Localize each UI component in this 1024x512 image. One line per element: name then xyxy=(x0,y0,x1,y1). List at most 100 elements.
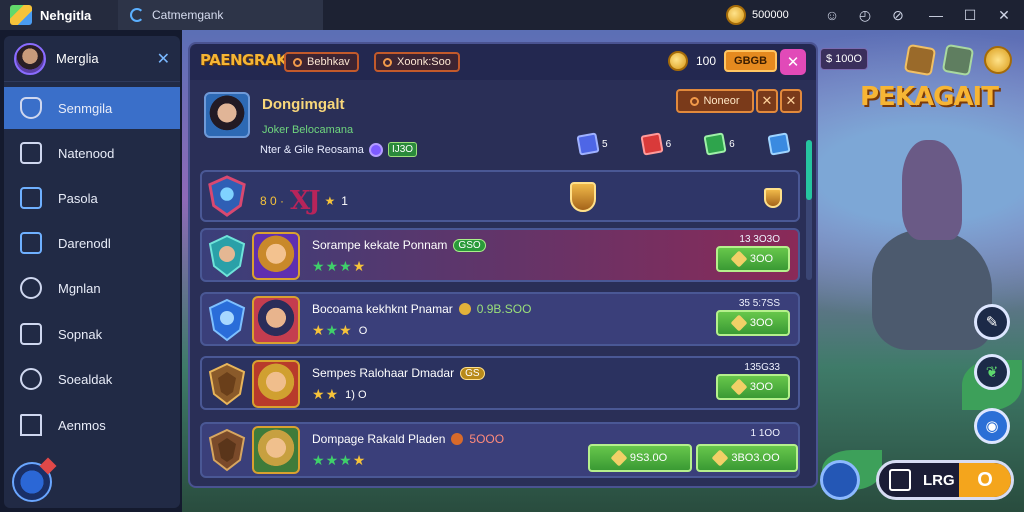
scrollbar[interactable] xyxy=(806,140,812,280)
star-icon: ★ xyxy=(325,452,339,468)
filter-pill-2[interactable]: Xoonk:Soo xyxy=(374,52,460,72)
avatar[interactable] xyxy=(14,42,46,75)
currency-chip[interactable]: GBGB xyxy=(724,50,778,72)
sidebar-item-label: Darenodl xyxy=(58,235,111,251)
support-button[interactable] xyxy=(12,457,57,502)
shield-icon[interactable] xyxy=(570,182,596,212)
panel-close-button[interactable]: ✕ xyxy=(780,49,806,75)
settings-icon[interactable]: ⊘ xyxy=(888,5,908,25)
sidebar-item-soealdak[interactable]: Soealdak xyxy=(4,358,180,400)
hero-portrait[interactable] xyxy=(252,360,300,408)
buy-label: 3OO xyxy=(749,253,774,265)
row-prefix: 8 0 · xyxy=(260,194,285,208)
sidebar-item-label: Soealdak xyxy=(58,371,113,387)
resource-red[interactable]: 6 xyxy=(639,132,672,156)
row-price: 13 3O3O xyxy=(739,234,780,245)
panel-currency: 100 GBGB xyxy=(668,50,778,72)
score-panel[interactable]: LRG O xyxy=(876,460,1014,500)
close-sidebar-icon[interactable]: ✕ xyxy=(157,49,170,69)
score-value: LRG xyxy=(923,471,955,489)
buy-button[interactable]: 3OO xyxy=(716,310,790,336)
buy-button[interactable]: 3OO xyxy=(716,374,790,400)
loading-icon xyxy=(130,8,144,22)
map-icon[interactable] xyxy=(941,43,975,77)
buy-button-a[interactable]: 9S3.0O xyxy=(588,444,692,472)
hero-portrait[interactable] xyxy=(252,426,300,474)
resource-count: 6 xyxy=(665,138,672,150)
hero-name: Sempes Ralohaar Dmadar xyxy=(312,366,455,380)
hero-portrait[interactable] xyxy=(252,232,300,280)
star-icon: ★ xyxy=(352,452,366,468)
close-icon[interactable]: ✕ xyxy=(780,89,802,113)
resource-blue[interactable]: 5 xyxy=(576,132,608,156)
clock-icon[interactable]: ◴ xyxy=(855,5,875,25)
star-icon: ★ xyxy=(324,194,336,208)
hero-portrait[interactable] xyxy=(252,296,300,344)
row-price: 1 1OO xyxy=(750,428,780,439)
chest-icon[interactable] xyxy=(903,43,937,77)
chat-button[interactable] xyxy=(820,460,860,500)
sidebar-item-natenood[interactable]: Natenood xyxy=(4,132,180,174)
card-icon xyxy=(889,469,911,491)
panel-logo: PAENGRAK xyxy=(200,51,288,69)
row-stats: 8 0 · XJ ★ 1 xyxy=(260,186,348,216)
sidebar-item-darenodl[interactable]: Darenodl xyxy=(4,222,180,264)
emblem-icon xyxy=(208,175,246,217)
sidebar-item-pasola[interactable]: Pasola xyxy=(4,177,180,219)
coin-icon xyxy=(668,51,688,71)
window-close-button[interactable]: ✕ xyxy=(994,5,1014,25)
sidebar-item-label: Pasola xyxy=(58,190,98,206)
noneor-button[interactable]: Noneor xyxy=(676,89,754,113)
leaf-button[interactable]: ❦ xyxy=(974,354,1010,390)
house-icon xyxy=(20,414,42,436)
hud-price[interactable]: $ 100O xyxy=(820,48,868,70)
hero-badge: GS xyxy=(460,366,485,380)
resource-green[interactable]: 6 xyxy=(703,132,735,156)
rock-formation xyxy=(872,230,992,350)
buy-label: 3OO xyxy=(749,381,774,393)
filter-pill-1[interactable]: Bebhkav xyxy=(284,52,359,72)
app-tab[interactable]: Nehgitla xyxy=(0,0,118,30)
sidebar-item-senmgila[interactable]: Senmgila xyxy=(4,87,180,129)
sidebar-item-sopnak[interactable]: Sopnak xyxy=(4,313,180,355)
notification-badge xyxy=(39,457,57,475)
sidebar-user-name: Merglia xyxy=(56,51,99,66)
maximize-button[interactable]: ☐ xyxy=(960,5,980,25)
star-rating: ★ ★ ★ ★ xyxy=(312,258,365,275)
noneor-label: Noneor xyxy=(703,95,740,107)
window-title-bar: Nehgitla Catmemgank 500000 ☺ ◴ ⊘ — ☐ ✕ xyxy=(0,0,1024,30)
scrollbar-thumb[interactable] xyxy=(806,140,812,200)
sidebar-item-mgnlan[interactable]: Mgnlan xyxy=(4,267,180,309)
score-o-button[interactable]: O xyxy=(959,463,1011,497)
lock-button[interactable]: ◉ xyxy=(974,408,1010,444)
tag-icon[interactable] xyxy=(764,188,782,208)
star-icon: ★ xyxy=(325,386,339,402)
star-icon: ★ xyxy=(312,322,325,338)
coin-value: 100 xyxy=(696,54,717,68)
list-item[interactable]: Sempes Ralohaar Dmadar GS ★ ★ 1) O 135G3… xyxy=(200,356,800,410)
app-name: Nehgitla xyxy=(40,7,92,23)
star-icon: ★ xyxy=(339,322,352,338)
row-count: 1) O xyxy=(345,388,367,401)
buy-button-b[interactable]: 3BO3.OO xyxy=(696,444,798,472)
list-item[interactable]: 8 0 · XJ ★ 1 xyxy=(200,170,800,222)
list-item[interactable]: Sorampe kekate Ponnam GSO ★ ★ ★ ★ 13 3O3… xyxy=(200,228,800,282)
box-icon xyxy=(20,142,42,164)
game-tab[interactable]: Catmemgank xyxy=(118,0,323,30)
buy-button[interactable]: 3OO xyxy=(716,246,790,272)
coin-icon xyxy=(730,250,748,268)
list-item[interactable]: Bocoama kekhknt Pnamar 0.9B.SOO ★ ★ ★ O … xyxy=(200,292,800,346)
tools-button[interactable]: ✎ xyxy=(974,304,1010,340)
bookmark-icon xyxy=(20,232,42,254)
minimize-button[interactable]: — xyxy=(926,5,946,25)
sidebar-item-aenmos[interactable]: Aenmos xyxy=(4,404,180,446)
row-price: 135G33 xyxy=(744,362,780,373)
gamepad-icon[interactable]: ☺ xyxy=(822,5,842,25)
list-item[interactable]: Dompage Rakald Pladen 5OOO ★ ★ ★ ★ 1 1OO… xyxy=(200,422,800,478)
guild-badge: IJ3O xyxy=(387,142,418,157)
row-count: 1 xyxy=(341,194,348,208)
hero-name: Dompage Rakald Pladen xyxy=(312,432,446,446)
resource-cyan[interactable] xyxy=(767,132,793,156)
dismiss-icon[interactable]: ✕ xyxy=(756,89,778,113)
hero-avatar[interactable] xyxy=(204,92,250,138)
